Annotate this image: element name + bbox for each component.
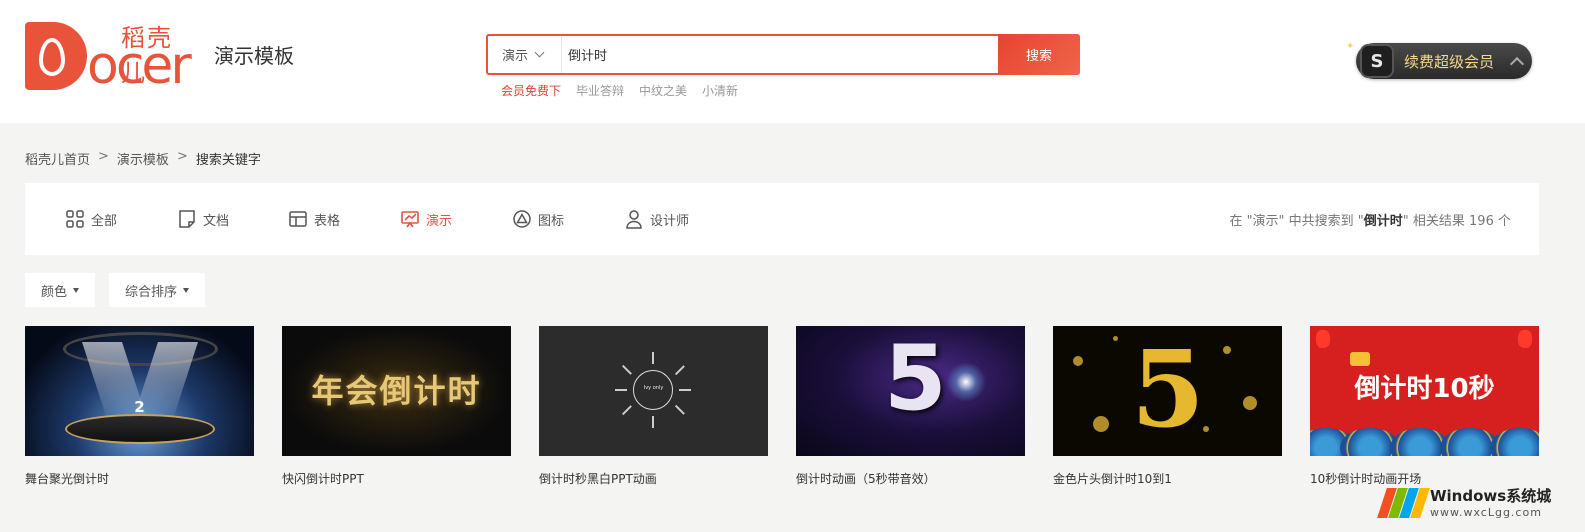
grid-icon: [66, 210, 84, 228]
result-prefix: 在 "演示" 中共搜索到 ": [1229, 214, 1364, 229]
header: 稻壳儿 ocer 演示模板 演示 搜索 会员免费下 毕业答辩 中纹之美 小清新 …: [0, 0, 1585, 123]
tab-document[interactable]: 文档: [177, 209, 229, 229]
search-input[interactable]: [568, 36, 998, 73]
template-card[interactable]: 5 倒计时动画（5秒带音效）: [796, 326, 1025, 487]
renew-vip-button[interactable]: ✦ S 续费超级会员: [1346, 41, 1532, 79]
template-thumbnail[interactable]: Ivy only: [539, 326, 768, 456]
template-card[interactable]: 5 金色片头倒计时10到1: [1053, 326, 1282, 487]
tab-label: 演示: [426, 213, 453, 229]
breadcrumb-section[interactable]: 演示模板: [117, 149, 169, 168]
docer-logo[interactable]: 稻壳儿 ocer: [25, 18, 195, 96]
tab-label: 图标: [538, 213, 565, 229]
logo-english-text: ocer: [87, 36, 192, 96]
tab-all[interactable]: 全部: [65, 209, 117, 229]
document-icon: [179, 210, 195, 228]
template-title[interactable]: 舞台聚光倒计时: [25, 470, 254, 487]
tab-label: 文档: [203, 213, 230, 229]
chevron-down-icon: [534, 47, 545, 58]
search-category-label: 演示: [502, 49, 529, 64]
thumbnail-text: 2: [134, 398, 145, 416]
search-category-select[interactable]: 演示: [488, 36, 562, 73]
tab-designer[interactable]: 设计师: [624, 209, 689, 229]
caret-down-icon: [183, 287, 190, 293]
tab-label: 表格: [314, 213, 341, 229]
chevron-up-icon: [1509, 56, 1525, 72]
breadcrumb-separator: >: [98, 149, 109, 164]
color-filter-dropdown[interactable]: 颜色: [25, 273, 96, 307]
hot-tag[interactable]: 小清新: [702, 82, 738, 99]
sparkle-icon: ✦: [1346, 41, 1355, 52]
logo-mark-icon: [25, 22, 87, 90]
watermark-title: Windows系统城: [1430, 487, 1552, 505]
vip-badge-icon: S: [1360, 44, 1394, 78]
tab-label: 设计师: [650, 213, 690, 229]
hot-tag[interactable]: 中纹之美: [639, 82, 687, 99]
template-title[interactable]: 倒计时秒黑白PPT动画: [539, 470, 768, 487]
search-bar: 演示 搜索: [486, 34, 1080, 75]
template-thumbnail[interactable]: 倒计时10秒: [1310, 326, 1539, 456]
presentation-icon: [401, 211, 419, 228]
result-summary: 在 "演示" 中共搜索到 "倒计时" 相关结果 196 个: [1229, 210, 1511, 229]
watermark-url: www.wxcLgg.com: [1430, 506, 1542, 519]
template-thumbnail[interactable]: 5: [796, 326, 1025, 456]
template-title[interactable]: 倒计时动画（5秒带音效）: [796, 470, 1025, 487]
template-card[interactable]: 年会倒计时 快闪倒计时PPT: [282, 326, 511, 487]
template-thumbnail[interactable]: 2: [25, 326, 254, 456]
breadcrumb-current: 搜索关键字: [195, 153, 261, 168]
template-title[interactable]: 金色片头倒计时10到1: [1053, 470, 1282, 487]
result-keyword: 倒计时: [1363, 214, 1403, 229]
sort-dropdown[interactable]: 综合排序: [109, 273, 206, 307]
tab-presentation[interactable]: 演示: [400, 209, 452, 229]
person-icon: [626, 210, 642, 229]
color-filter-label: 颜色: [41, 284, 68, 300]
caret-down-icon: [73, 287, 80, 293]
search-button[interactable]: 搜索: [998, 34, 1080, 75]
vip-label: 续费超级会员: [1404, 52, 1495, 71]
thumbnail-text: Ivy only: [643, 385, 664, 391]
hot-tag[interactable]: 毕业答辩: [576, 82, 624, 99]
thumbnail-text: 倒计时10秒: [1354, 374, 1495, 404]
template-card[interactable]: 倒计时10秒 10秒倒计时动画开场: [1310, 326, 1539, 487]
thumbnail-text: 5: [1131, 326, 1205, 451]
template-title[interactable]: 快闪倒计时PPT: [282, 470, 511, 487]
hot-search-tags: 会员免费下 毕业答辩 中纹之美 小清新: [501, 82, 738, 99]
table-icon: [289, 211, 307, 227]
watermark: Windows系统城 www.wxcLgg.com: [1377, 480, 1572, 524]
hot-tag[interactable]: 会员免费下: [501, 82, 561, 99]
template-card[interactable]: 2 舞台聚光倒计时: [25, 326, 254, 487]
result-suffix: " 相关结果 196 个: [1402, 214, 1511, 229]
thumbnail-text: 5: [884, 326, 947, 431]
breadcrumb: 稻壳儿首页 > 演示模板 > 搜索关键字: [25, 149, 261, 168]
thumbnail-text: 年会倒计时: [311, 372, 482, 410]
triangle-icon: [513, 210, 531, 228]
tab-spreadsheet[interactable]: 表格: [288, 209, 340, 229]
breadcrumb-home[interactable]: 稻壳儿首页: [25, 149, 90, 168]
windows-logo-icon: [1377, 482, 1430, 522]
tab-icons[interactable]: 图标: [512, 209, 564, 229]
section-title: 演示模板: [214, 44, 294, 68]
sort-label: 综合排序: [125, 284, 178, 300]
tab-label: 全部: [91, 213, 118, 229]
category-filter-bar: 全部 文档 表格 演示 图标 设计师 在 "演示" 中共搜索到 "倒计时" 相关…: [25, 183, 1539, 255]
breadcrumb-separator: >: [176, 149, 188, 164]
template-thumbnail[interactable]: 5: [1053, 326, 1282, 456]
template-thumbnail[interactable]: 年会倒计时: [282, 326, 511, 456]
template-card[interactable]: Ivy only 倒计时秒黑白PPT动画: [539, 326, 768, 487]
